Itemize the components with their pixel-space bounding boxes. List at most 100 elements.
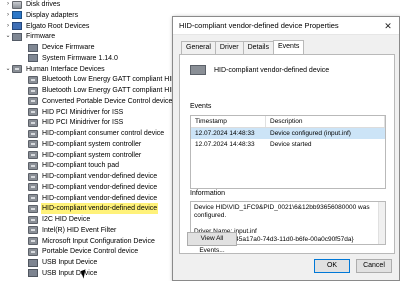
- tree-item[interactable]: › Disk drives: [4, 0, 61, 10]
- tab-events[interactable]: Events: [272, 40, 305, 54]
- tree-item-label: HID-compliant touch pad: [42, 162, 120, 170]
- hid-icon: [28, 140, 38, 149]
- tree-item-label: Converted Portable Device Control device: [42, 97, 173, 105]
- firmware-icon: [28, 54, 38, 63]
- firmware-icon: [12, 32, 22, 41]
- events-group-label: Events: [190, 103, 212, 110]
- tree-item-label: HID-compliant vendor-defined device: [42, 194, 158, 202]
- hid-icon: [28, 226, 38, 235]
- event-description: Device started: [270, 141, 312, 148]
- dialog-titlebar[interactable]: HID-compliant vendor-defined device Prop…: [173, 17, 399, 35]
- tab-driver[interactable]: Driver: [214, 41, 244, 54]
- hid-icon: [28, 129, 38, 138]
- event-description: Device configured (input.inf): [270, 130, 351, 137]
- information-line: [194, 220, 382, 228]
- tree-item[interactable]: HID-compliant vendor-defined device: [20, 203, 159, 215]
- tree-item[interactable]: HID-compliant vendor-defined device: [20, 193, 158, 204]
- tree-item-label: I2C HID Device: [42, 216, 91, 223]
- tree-item[interactable]: Microsoft Input Configuration Device: [20, 236, 156, 247]
- events-list[interactable]: Timestamp Description 12.07.2024 14:48:3…: [190, 115, 386, 189]
- expand-chevron-icon[interactable]: ⌄: [4, 31, 12, 42]
- view-all-events-button[interactable]: View All Events...: [187, 232, 237, 254]
- properties-dialog: HID-compliant vendor-defined device Prop…: [172, 16, 400, 281]
- tree-item[interactable]: Converted Portable Device Control device: [20, 96, 173, 107]
- tree-item[interactable]: HID-compliant system controller: [20, 150, 142, 161]
- tree-item-label: HID-compliant consumer control device: [42, 130, 165, 137]
- tree-item-label: Disk drives: [26, 1, 61, 8]
- information-scrollbar[interactable]: [378, 202, 385, 244]
- event-timestamp: 12.07.2024 14:48:33: [195, 141, 255, 148]
- column-header-timestamp[interactable]: Timestamp: [191, 116, 266, 127]
- tab-general[interactable]: General: [181, 41, 216, 54]
- usb-input-icon: [28, 258, 38, 267]
- tree-item-label: HID-compliant system controller: [42, 151, 142, 159]
- device-header: HID-compliant vendor-defined device: [190, 65, 329, 75]
- hid-icon: [28, 118, 38, 127]
- tree-item[interactable]: HID PCI Minidriver for ISS: [20, 107, 124, 118]
- firmware-icon: [28, 43, 38, 52]
- tree-item[interactable]: HID-compliant vendor-defined device: [20, 171, 158, 182]
- expand-chevron-icon[interactable]: ›: [4, 10, 12, 21]
- disk-icon: [12, 0, 22, 9]
- tree-item-label: Elgato Root Devices: [26, 22, 90, 30]
- hid-icon: [28, 183, 38, 192]
- tree-item-label: HID-compliant vendor-defined device: [42, 183, 158, 191]
- ok-button[interactable]: OK: [314, 259, 350, 273]
- dialog-title: HID-compliant vendor-defined device Prop…: [179, 21, 339, 30]
- tree-item[interactable]: › Display adapters: [4, 10, 79, 21]
- expand-chevron-icon[interactable]: ›: [4, 21, 12, 32]
- tree-item-label: Device Firmware: [42, 44, 95, 51]
- tree-item[interactable]: HID-compliant vendor-defined device: [20, 182, 158, 193]
- hid-icon: [28, 237, 38, 245]
- tree-item-label: HID-compliant vendor-defined device: [41, 203, 159, 215]
- tree-item[interactable]: › Elgato Root Devices: [4, 21, 90, 32]
- tree-item-label: USB Input Device: [42, 269, 98, 277]
- hid-icon: [28, 86, 38, 95]
- hid-icon: [28, 161, 38, 170]
- tree-item[interactable]: USB Input Device: [20, 257, 98, 268]
- tree-item-label: HID PCI Minidriver for ISS: [42, 119, 124, 127]
- tree-item-label: HID PCI Minidriver for ISS: [42, 108, 124, 116]
- tree-item[interactable]: HID PCI Minidriver for ISS: [20, 117, 124, 128]
- information-line: configured.: [194, 212, 227, 219]
- tree-item[interactable]: ⌄ Firmware: [4, 31, 56, 42]
- expand-chevron-icon[interactable]: ⌄: [4, 64, 12, 75]
- tree-item[interactable]: Device Firmware: [20, 42, 96, 53]
- event-row[interactable]: 12.07.2024 14:48:33 Device configured (in…: [191, 128, 385, 139]
- tree-item[interactable]: I2C HID Device: [20, 214, 91, 225]
- tree-item[interactable]: HID-compliant touch pad: [20, 160, 120, 171]
- tree-item-label: System Firmware 1.14.0: [42, 54, 118, 62]
- hid-icon: [28, 194, 38, 202]
- elgato-icon: [12, 22, 22, 30]
- tree-item-label: Intel(R) HID Event Filter: [42, 226, 117, 234]
- cancel-button[interactable]: Cancel: [356, 259, 392, 273]
- information-group-label: Information: [190, 190, 226, 197]
- usb-input-icon: [28, 269, 38, 278]
- tree-item-label: Portable Device Control device: [42, 248, 139, 256]
- hid-icon: [28, 172, 38, 181]
- column-header-description[interactable]: Description: [266, 116, 385, 127]
- hid-icon: [28, 215, 38, 224]
- tree-item[interactable]: Portable Device Control device: [20, 246, 139, 257]
- events-panel: HID-compliant vendor-defined device Even…: [179, 54, 395, 254]
- hid-icon: [28, 247, 38, 256]
- hid-icon: [28, 204, 38, 213]
- event-row[interactable]: 12.07.2024 14:48:33 Device started: [191, 139, 385, 150]
- hid-icon: [28, 108, 38, 116]
- hid-icon: [12, 65, 22, 73]
- information-line: Device HID\VID_1FC9&PID_0021\6&12bb93656…: [194, 204, 370, 211]
- tree-item[interactable]: HID-compliant consumer control device: [20, 128, 165, 139]
- tree-item[interactable]: System Firmware 1.14.0: [20, 53, 119, 64]
- expand-chevron-icon[interactable]: ›: [4, 0, 12, 10]
- device-name: HID-compliant vendor-defined device: [214, 66, 330, 74]
- hid-device-icon: [190, 65, 206, 75]
- tree-item[interactable]: ⌄ Human Interface Devices: [4, 64, 106, 75]
- hid-icon: [28, 151, 38, 159]
- tree-item[interactable]: Intel(R) HID Event Filter: [20, 225, 117, 236]
- tree-item-label: Display adapters: [26, 11, 79, 19]
- tree-item-label: Firmware: [26, 33, 56, 41]
- tab-details[interactable]: Details: [242, 41, 274, 54]
- tree-item[interactable]: HID-compliant system controller: [20, 139, 142, 150]
- tree-item-label: USB Input Device: [42, 259, 98, 266]
- close-icon[interactable]: ✕: [377, 17, 399, 35]
